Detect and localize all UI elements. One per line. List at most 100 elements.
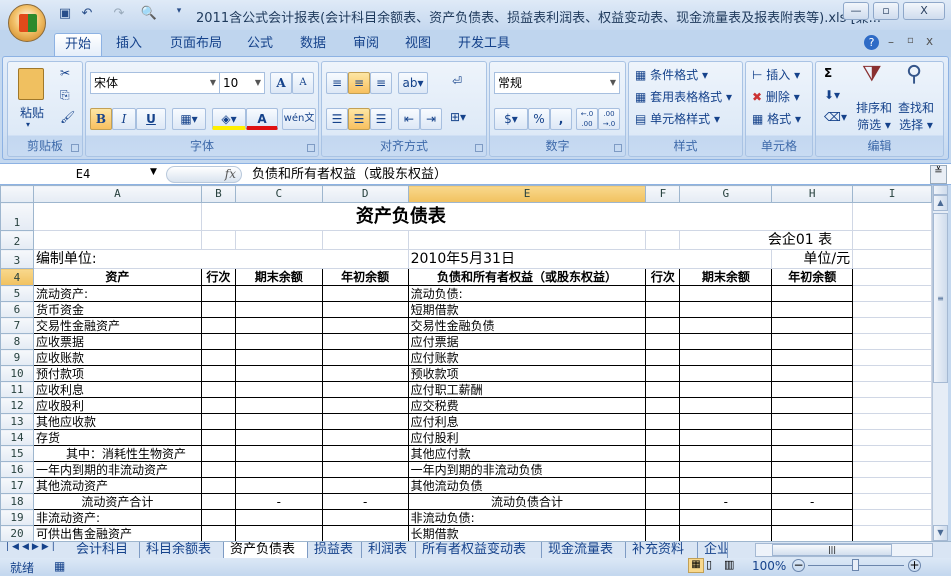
row-header-14[interactable]: 14 xyxy=(0,429,34,446)
table-cell[interactable]: - xyxy=(771,493,854,510)
table-cell[interactable]: 流动负债合计 xyxy=(407,493,647,510)
table-cell[interactable] xyxy=(234,333,323,350)
format-cells-button[interactable]: ▦ 格式 ▾ xyxy=(752,110,801,127)
table-cell[interactable] xyxy=(771,349,854,366)
italic-button[interactable]: I xyxy=(112,108,136,130)
table-cell[interactable] xyxy=(200,493,236,510)
cell[interactable] xyxy=(852,413,932,430)
font-color-button[interactable]: A xyxy=(246,108,278,130)
table-cell[interactable]: - xyxy=(679,493,773,510)
cell[interactable] xyxy=(852,477,932,494)
ribbon-close-icon[interactable]: x xyxy=(926,34,933,48)
office-button[interactable] xyxy=(8,4,46,42)
horizontal-scrollbar[interactable]: ||| xyxy=(755,543,933,557)
table-cell[interactable] xyxy=(321,349,409,366)
table-cell[interactable]: 货币资金 xyxy=(32,301,202,318)
restore-button[interactable]: ▫ xyxy=(873,2,899,20)
table-cell[interactable] xyxy=(679,349,773,366)
wrap-text-icon[interactable]: ⏎ xyxy=(452,74,462,88)
shrink-font-button[interactable]: A xyxy=(292,72,314,94)
table-cell[interactable] xyxy=(234,285,323,302)
number-format-combo[interactable]: 常规 ▼ xyxy=(494,72,620,94)
orientation-icon[interactable]: ab▾ xyxy=(398,72,428,94)
table-header-cell[interactable]: 年初余额 xyxy=(321,268,409,286)
cell[interactable] xyxy=(321,230,409,250)
align-left-icon[interactable]: ☰ xyxy=(326,108,348,130)
table-header-cell[interactable]: 行次 xyxy=(200,268,236,286)
cell[interactable] xyxy=(852,509,932,526)
table-cell[interactable] xyxy=(200,381,236,398)
table-cell[interactable] xyxy=(200,285,236,302)
cell[interactable] xyxy=(32,230,202,250)
format-as-table-button[interactable]: ▦ 套用表格格式 ▾ xyxy=(635,88,732,105)
row-header-20[interactable]: 20 xyxy=(0,525,34,541)
table-cell[interactable] xyxy=(321,429,409,446)
expand-formula-bar-icon[interactable]: ≚ xyxy=(930,165,947,184)
table-cell[interactable] xyxy=(645,509,681,526)
table-header-cell[interactable]: 期末余额 xyxy=(234,268,323,286)
table-cell[interactable] xyxy=(234,525,323,541)
sheet-tab[interactable]: 现金流量表 xyxy=(542,542,626,558)
table-cell[interactable] xyxy=(679,365,773,382)
table-cell[interactable]: 交易性金融负债 xyxy=(407,317,647,334)
form-number[interactable]: 会企01 表 xyxy=(679,230,854,250)
table-cell[interactable]: 预付款项 xyxy=(32,365,202,382)
table-cell[interactable] xyxy=(645,365,681,382)
zoom-in-icon[interactable]: + xyxy=(908,559,921,572)
table-cell[interactable]: 其他流动负债 xyxy=(407,477,647,494)
normal-view-icon[interactable]: ▦ xyxy=(688,558,704,573)
cell[interactable] xyxy=(852,249,932,269)
decrease-decimal-button[interactable]: .00 →.0 xyxy=(598,108,620,130)
table-header-cell[interactable]: 行次 xyxy=(645,268,681,286)
copy-icon[interactable]: ⎘ xyxy=(60,88,70,103)
table-cell[interactable]: 应付职工薪酬 xyxy=(407,381,647,398)
row-header-7[interactable]: 7 xyxy=(0,317,34,334)
table-cell[interactable] xyxy=(234,429,323,446)
currency-icon[interactable]: $▾ xyxy=(494,108,528,130)
table-cell[interactable]: 一年内到期的非流动资产 xyxy=(32,461,202,478)
macro-record-icon[interactable]: ▦ xyxy=(54,559,65,573)
table-cell[interactable] xyxy=(645,285,681,302)
table-cell[interactable] xyxy=(645,397,681,414)
row-header-8[interactable]: 8 xyxy=(0,333,34,350)
table-cell[interactable]: 其他应付款 xyxy=(407,445,647,462)
sheet-tab[interactable]: 补充资料 xyxy=(626,542,698,558)
merge-center-icon[interactable]: ⊞▾ xyxy=(450,110,466,124)
table-cell[interactable] xyxy=(645,381,681,398)
clear-icon[interactable]: ⌫▾ xyxy=(824,110,847,124)
table-cell[interactable] xyxy=(321,525,409,541)
table-cell[interactable] xyxy=(200,525,236,541)
scroll-thumb[interactable]: ≡ xyxy=(933,213,948,383)
table-cell[interactable] xyxy=(321,477,409,494)
split-box[interactable] xyxy=(933,185,948,195)
table-cell[interactable] xyxy=(200,509,236,526)
row-header-9[interactable]: 9 xyxy=(0,349,34,366)
fill-icon[interactable]: ⬇▾ xyxy=(824,88,840,102)
align-right-icon[interactable]: ☰ xyxy=(370,108,392,130)
paste-button[interactable]: 粘贴 xyxy=(20,104,44,121)
table-cell[interactable] xyxy=(771,429,854,446)
table-cell[interactable] xyxy=(321,301,409,318)
compiler-label[interactable]: 编制单位: xyxy=(32,249,409,269)
column-header-H[interactable]: H xyxy=(771,185,854,203)
table-cell[interactable]: 应收利息 xyxy=(32,381,202,398)
table-cell[interactable] xyxy=(771,365,854,382)
table-cell[interactable] xyxy=(771,509,854,526)
row-header-4[interactable]: 4 xyxy=(0,268,34,286)
table-cell[interactable] xyxy=(679,509,773,526)
dialog-launcher-icon[interactable] xyxy=(307,144,315,152)
table-cell[interactable] xyxy=(645,349,681,366)
table-cell[interactable] xyxy=(771,285,854,302)
sheet-tab[interactable]: 科目余额表 xyxy=(140,542,224,558)
table-cell[interactable] xyxy=(679,285,773,302)
cell-styles-button[interactable]: ▤ 单元格样式 ▾ xyxy=(635,110,720,127)
column-header-E[interactable]: E xyxy=(407,185,647,203)
table-cell[interactable] xyxy=(679,397,773,414)
column-header-C[interactable]: C xyxy=(234,185,323,203)
table-cell[interactable] xyxy=(771,525,854,541)
table-cell[interactable] xyxy=(321,317,409,334)
table-cell[interactable]: 一年内到期的非流动负债 xyxy=(407,461,647,478)
table-cell[interactable] xyxy=(200,429,236,446)
sheet-title[interactable]: 资产负债表 xyxy=(200,202,854,231)
row-header-16[interactable]: 16 xyxy=(0,461,34,478)
